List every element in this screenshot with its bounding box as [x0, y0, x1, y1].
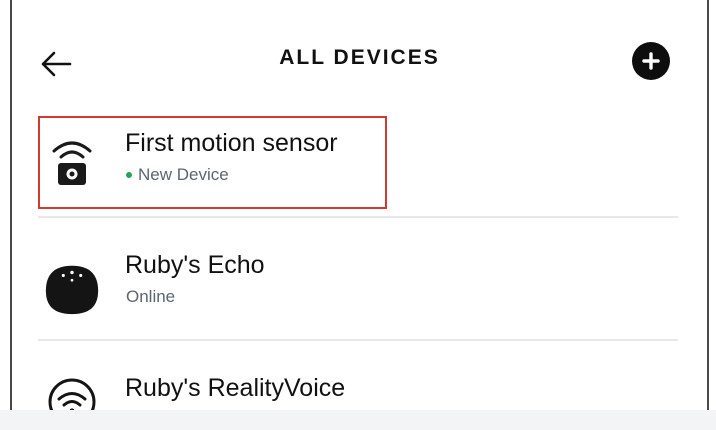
device-row-rubys-realityvoice[interactable]: Ruby's RealityVoice [38, 362, 678, 410]
device-row-rubys-echo[interactable]: Ruby's Echo Online [38, 239, 678, 339]
wifi-circle-icon [42, 372, 102, 410]
add-device-button[interactable] [632, 42, 670, 80]
right-border [707, 0, 709, 410]
page-title: ALL DEVICES [279, 46, 440, 69]
device-name: Ruby's Echo [125, 251, 265, 279]
plus-circle-icon [642, 52, 660, 70]
highlight-box [38, 116, 387, 209]
bottom-strip [0, 410, 716, 430]
echo-dot-icon [42, 259, 102, 319]
device-name: Ruby's RealityVoice [125, 374, 346, 402]
all-devices-screen: ALL DEVICES First motion sensor New Devi… [0, 0, 716, 430]
divider [38, 339, 678, 341]
device-status-text: Online [126, 287, 176, 306]
header-bar: ALL DEVICES [12, 20, 707, 100]
device-status: Online [126, 287, 175, 307]
divider [38, 216, 678, 218]
